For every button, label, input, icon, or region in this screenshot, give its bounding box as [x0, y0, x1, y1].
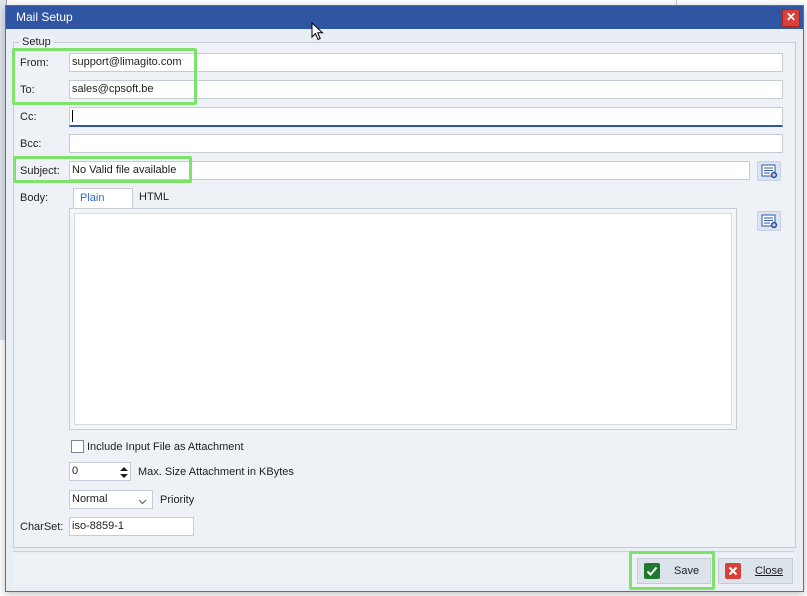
window-title: Mail Setup	[16, 10, 73, 24]
subject-insert-field-button[interactable]	[757, 161, 781, 181]
highlight-subject	[13, 156, 192, 183]
spin-up-icon	[120, 467, 128, 471]
insert-field-icon	[761, 214, 778, 229]
body-editor-frame	[69, 208, 737, 430]
chevron-down-icon	[138, 495, 147, 508]
priority-label: Priority	[160, 494, 195, 506]
close-x-icon	[725, 563, 741, 579]
spin-buttons[interactable]	[118, 463, 130, 480]
mouse-cursor-icon	[311, 22, 324, 41]
priority-value: Normal	[72, 493, 108, 505]
bcc-label: Bcc:	[20, 138, 42, 150]
max-size-spinner[interactable]: 0	[69, 462, 131, 481]
max-size-label: Max. Size Attachment in KBytes	[138, 466, 294, 478]
highlight-from-to	[12, 48, 197, 105]
close-button[interactable]: Close	[718, 558, 793, 584]
bcc-field[interactable]	[69, 134, 783, 153]
close-label: Close	[755, 565, 784, 577]
body-insert-field-button[interactable]	[757, 211, 781, 231]
cc-label: Cc:	[20, 111, 37, 123]
max-size-value: 0	[72, 465, 79, 477]
body-label: Body:	[20, 192, 49, 204]
spin-down-icon	[120, 474, 128, 478]
text-caret	[72, 110, 73, 123]
tab-plain-text[interactable]: Plain Text	[73, 188, 133, 222]
charset-field[interactable]: iso-8859-1	[69, 517, 194, 536]
cc-field[interactable]	[69, 107, 783, 127]
insert-field-icon	[761, 164, 778, 179]
charset-label: CharSet:	[20, 521, 64, 533]
include-attachment-checkbox[interactable]	[71, 440, 84, 453]
title-bar[interactable]: Mail Setup ✕	[6, 6, 803, 29]
include-attachment-label: Include Input File as Attachment	[87, 441, 244, 453]
highlight-save	[629, 551, 715, 590]
close-icon[interactable]: ✕	[782, 9, 800, 27]
setup-group-title: Setup	[19, 36, 54, 48]
mail-setup-dialog: Mail Setup ✕ Setup From: support@limagit…	[5, 5, 804, 592]
tab-html[interactable]: HTML	[133, 188, 175, 208]
body-editor[interactable]	[74, 213, 732, 425]
priority-select[interactable]: Normal	[69, 490, 153, 509]
